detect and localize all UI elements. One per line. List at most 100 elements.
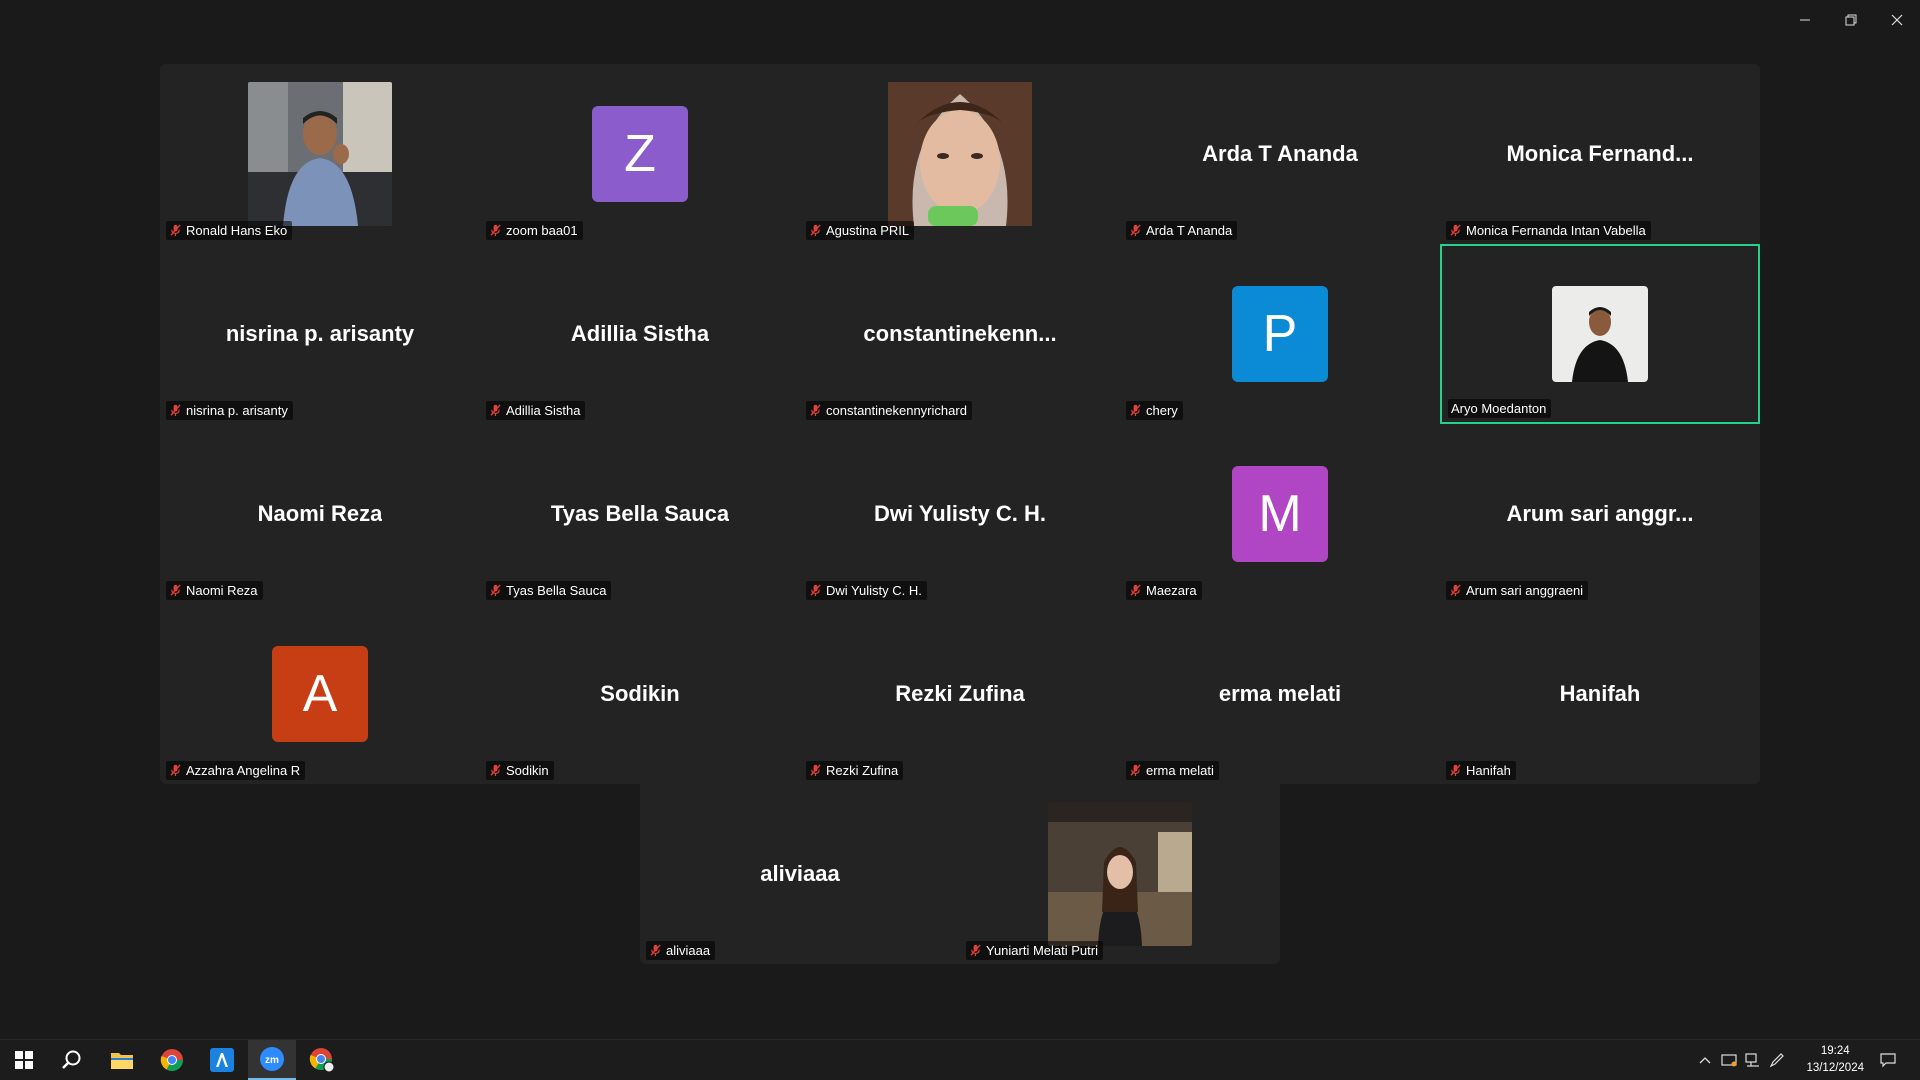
tile-content: Sodikin [480,604,800,784]
zoom-button[interactable]: zm [248,1040,296,1080]
participant-tile[interactable]: Agustina PRIL [800,64,1120,244]
participant-name-label: zoom baa01 [486,221,583,240]
participant-tile[interactable]: Aryo Moedanton [1440,244,1760,424]
participant-tile[interactable]: Sodikin Sodikin [480,604,800,784]
participant-video [1552,286,1648,382]
restore-icon [1845,14,1857,26]
participant-tile[interactable]: Monica Fernand... Monica Fernanda Intan V… [1440,64,1760,244]
tray-network-button[interactable] [1742,1040,1764,1080]
file-explorer-button[interactable] [98,1040,146,1080]
start-button[interactable] [0,1040,48,1080]
tile-content [800,64,1120,244]
restore-button[interactable] [1828,0,1874,40]
avatar-initial: Z [592,106,688,202]
muted-mic-icon [809,404,822,417]
participant-tile[interactable]: Arda T Ananda Arda T Ananda [1120,64,1440,244]
muted-mic-icon [809,584,822,597]
tray-overflow-button[interactable] [1694,1040,1716,1080]
participant-name-label: erma melati [1126,761,1219,780]
participant-name: Naomi Reza [186,583,258,598]
muted-mic-icon [1129,224,1142,237]
tray-meet-now-button[interactable] [1718,1040,1740,1080]
close-icon [1891,14,1903,26]
participant-display-name: Adillia Sistha [570,321,710,346]
minimize-button[interactable] [1782,0,1828,40]
tile-content: Dwi Yulisty C. H. [800,424,1120,604]
participant-name: Yuniarti Melati Putri [986,943,1098,958]
participant-tile[interactable]: Naomi Reza Naomi Reza [160,424,480,604]
search-icon [62,1050,81,1069]
chrome-icon [160,1049,183,1071]
participant-tile[interactable]: Arum sari anggr... Arum sari anggraeni [1440,424,1760,604]
tile-content: Monica Fernand... [1440,64,1760,244]
participant-tile[interactable]: erma melati erma melati [1120,604,1440,784]
participant-display-name: aliviaaa [760,861,840,886]
zoom-icon: zm [260,1047,284,1071]
participant-tile[interactable]: Hanifah Hanifah [1440,604,1760,784]
participant-video [888,82,1032,226]
participant-display-name: Arda T Ananda [1202,141,1358,166]
tile-content [1442,246,1758,422]
participant-display-name: Rezki Zufina [895,681,1025,706]
tile-content: Arum sari anggr... [1440,424,1760,604]
participant-tile[interactable]: Zzoom baa01 [480,64,800,244]
participant-tile[interactable]: Tyas Bella Sauca Tyas Bella Sauca [480,424,800,604]
participant-tile[interactable]: M Maezara [1120,424,1440,604]
participant-name-label: constantinekennyrichard [806,401,972,420]
close-button[interactable] [1874,0,1920,40]
participant-display-name: Sodikin [600,681,680,706]
participant-tile[interactable]: constantinekenn... constantinekennyrichar… [800,244,1120,424]
participant-name: nisrina p. arisanty [186,403,288,418]
participant-tile[interactable]: nisrina p. arisanty nisrina p. arisanty [160,244,480,424]
participant-video [1048,802,1192,946]
chrome-profile-button[interactable] [298,1040,346,1080]
tile-content: Adillia Sistha [480,244,800,424]
participant-name-label: Tyas Bella Sauca [486,581,612,600]
participant-tile[interactable]: Adillia Sistha Adillia Sistha [480,244,800,424]
participant-tile[interactable]: Dwi Yulisty C. H. Dwi Yulisty C. H. [800,424,1120,604]
participant-name-label: aliviaaa [646,941,716,960]
tile-content: Hanifah [1440,604,1760,784]
participant-name: zoom baa01 [506,223,578,238]
muted-mic-icon [1449,764,1462,777]
muted-mic-icon [649,944,662,957]
participant-name: constantinekennyrichard [826,403,967,418]
participant-name: Monica Fernanda Intan Vabella [1466,223,1646,238]
participant-tile[interactable]: Pchery [1120,244,1440,424]
participant-name: Rezki Zufina [826,763,899,778]
participant-name: Aryo Moedanton [1451,401,1547,416]
tile-content [160,64,480,244]
participant-name-label: Arum sari anggraeni [1446,581,1589,600]
tile-content: P [1120,244,1440,424]
azure-app-button[interactable] [198,1040,246,1080]
participant-name-label: Arda T Ananda [1126,221,1238,240]
participant-display-name: Tyas Bella Sauca [550,501,730,526]
taskbar-clock[interactable]: 19:24 13/12/2024 [1806,1043,1864,1077]
muted-mic-icon [169,224,182,237]
participant-tile[interactable]: Rezki Zufina Rezki Zufina [800,604,1120,784]
participant-name: Sodikin [506,763,549,778]
search-button[interactable] [48,1040,96,1080]
participant-name: Arum sari anggraeni [1466,583,1584,598]
participant-display-name: erma melati [1218,681,1342,706]
participant-display-name: Hanifah [1559,681,1641,706]
participant-tile[interactable]: aliviaaa aliviaaa [640,784,960,964]
notification-center-button[interactable] [1876,1040,1900,1080]
participant-tile[interactable]: A Azzahra Angelina R [160,604,480,784]
participant-tile[interactable]: Ronald Hans Eko [160,64,480,244]
file-explorer-icon [111,1053,133,1069]
participant-name-label: Adillia Sistha [486,401,586,420]
clock-time: 19:24 [1820,1045,1850,1057]
participant-tile[interactable]: Yuniarti Melati Putri [960,784,1280,964]
tray-pen-button[interactable] [1766,1040,1788,1080]
chrome-button[interactable] [148,1040,196,1080]
muted-mic-icon [1449,224,1462,237]
camera-tray-icon [1721,1054,1737,1067]
participant-name: Azzahra Angelina R [186,763,301,778]
muted-mic-icon [809,224,822,237]
muted-mic-icon [1129,404,1142,417]
participant-name-label: Dwi Yulisty C. H. [806,581,927,600]
muted-mic-icon [1129,764,1142,777]
muted-mic-icon [1449,584,1462,597]
participant-name-label: Agustina PRIL [806,221,915,240]
